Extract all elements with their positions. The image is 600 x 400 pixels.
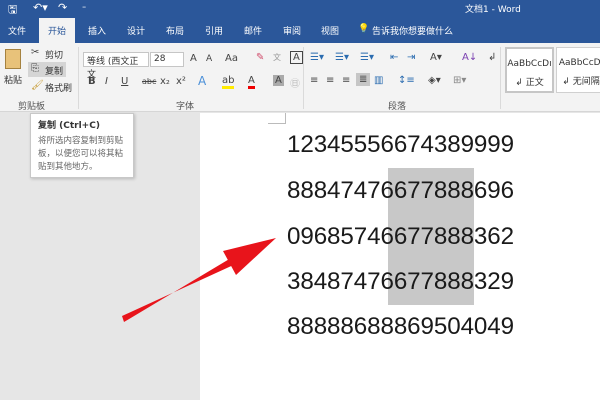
copy-tooltip: 复制 (Ctrl+C) 将所选内容复制到剪贴板，以便您可以将其粘贴到其他地方。 [30, 113, 134, 178]
tooltip-description: 将所选内容复制到剪贴板，以便您可以将其粘贴到其他地方。 [38, 136, 124, 172]
tooltip-title: 复制 (Ctrl+C) [38, 121, 100, 131]
red-arrow-annotation [122, 238, 276, 322]
